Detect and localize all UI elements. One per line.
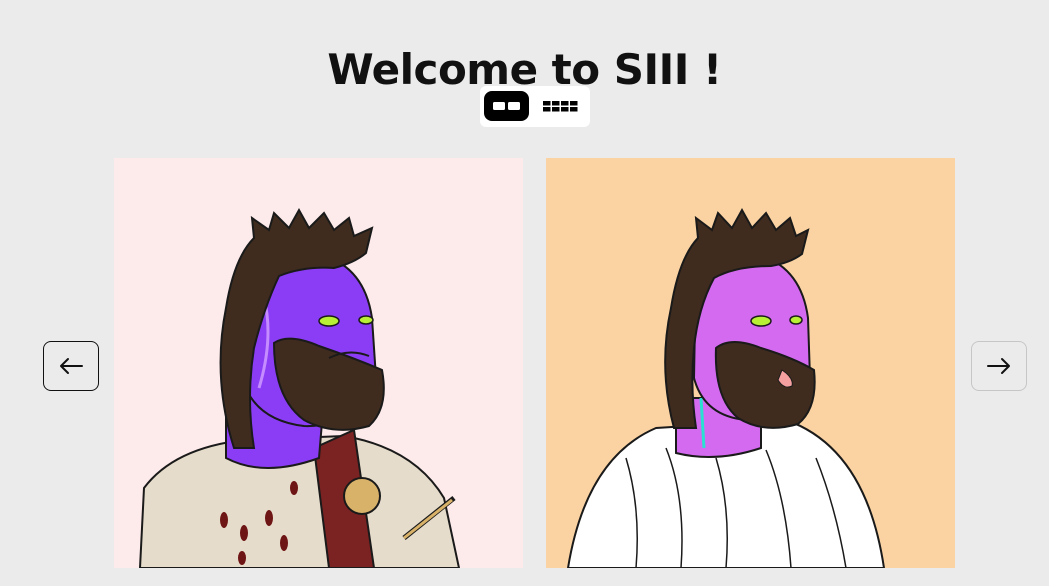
previous-button[interactable] xyxy=(43,341,99,391)
two-column-view-button[interactable] xyxy=(484,91,529,121)
four-column-grid-icon xyxy=(543,101,578,112)
four-column-view-button[interactable] xyxy=(538,91,584,121)
nft-card[interactable] xyxy=(114,158,523,568)
nft-card[interactable] xyxy=(546,158,955,568)
arrow-left-icon xyxy=(60,358,83,374)
two-column-grid-icon xyxy=(493,102,520,110)
nft-image xyxy=(546,158,955,568)
arrow-right-icon xyxy=(987,358,1010,374)
page: Welcome to SIII ! xyxy=(0,0,1049,586)
nft-image xyxy=(114,158,523,568)
next-button[interactable] xyxy=(971,341,1027,391)
view-toggle xyxy=(480,86,590,127)
